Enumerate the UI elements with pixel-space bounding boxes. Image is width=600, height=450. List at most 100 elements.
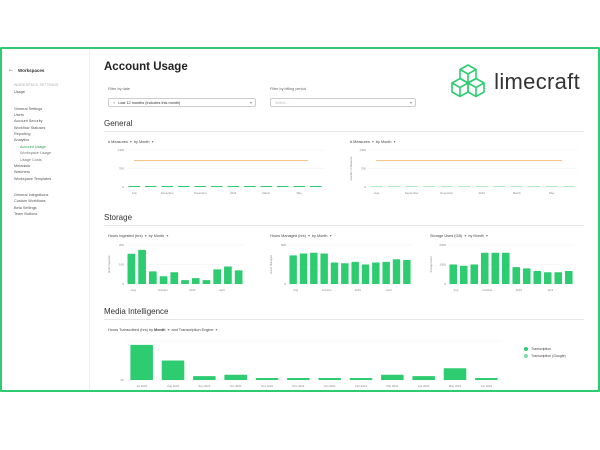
chart-header-media[interactable]: Hours Transcribed (hrs) by Month ▾ and T… xyxy=(108,327,218,332)
bar[interactable] xyxy=(194,185,207,187)
bar[interactable] xyxy=(480,252,489,284)
bar[interactable] xyxy=(564,271,573,284)
bar[interactable] xyxy=(289,255,297,284)
media-legend: Transcription Transcription (Google) xyxy=(524,347,566,361)
chevron-down-icon: ▾ xyxy=(409,100,412,105)
bar[interactable] xyxy=(351,261,359,284)
y-tick-label: 100 xyxy=(119,263,124,267)
x-tick-label: April xyxy=(386,288,392,292)
bar[interactable] xyxy=(449,264,458,285)
bar[interactable] xyxy=(543,272,552,284)
y-tick-label: 200 xyxy=(119,243,124,247)
x-tick-label: March xyxy=(262,191,270,195)
y-axis-label: Hours Managed xyxy=(269,255,273,274)
sidebar-section-2: General Settings Users Account Security Wor… xyxy=(2,105,89,182)
chart-header-storage-3[interactable]: Storage Used (GB) ▾ by Month ▾ xyxy=(430,233,489,238)
bar[interactable] xyxy=(193,376,216,380)
x-tick-label: Jun 2024 xyxy=(481,384,493,388)
x-tick-label: Aug xyxy=(293,288,298,292)
bar[interactable] xyxy=(381,374,404,380)
bar[interactable] xyxy=(372,262,380,284)
bar[interactable] xyxy=(341,263,349,284)
bar[interactable] xyxy=(310,252,318,284)
bar[interactable] xyxy=(470,264,479,285)
bar[interactable] xyxy=(127,253,136,284)
bar[interactable] xyxy=(161,185,174,187)
clear-icon[interactable]: × xyxy=(113,101,115,105)
bar[interactable] xyxy=(260,185,273,187)
bar[interactable] xyxy=(403,259,411,284)
sidebar-item-team-buttons[interactable]: Team Buttons xyxy=(2,211,89,217)
bar[interactable] xyxy=(181,280,189,284)
bar[interactable] xyxy=(512,267,521,284)
bar[interactable] xyxy=(309,185,322,187)
x-tick-label: July xyxy=(132,191,138,195)
bar[interactable] xyxy=(522,268,531,284)
bar[interactable] xyxy=(533,271,542,284)
bar[interactable] xyxy=(130,344,153,380)
x-tick-label: April xyxy=(219,288,225,292)
bar[interactable] xyxy=(128,185,141,187)
bar[interactable] xyxy=(210,185,223,187)
chart-header-storage-1[interactable]: Hours Ingested (hrs) ▾ by Month ▾ xyxy=(108,233,169,238)
y-tick-label: 1000 xyxy=(439,263,446,267)
filter-period-placeholder: Select... xyxy=(275,100,289,105)
bar[interactable] xyxy=(276,185,289,187)
x-tick-label: October xyxy=(158,288,168,292)
y-tick-label: 600 xyxy=(281,243,286,247)
bar[interactable] xyxy=(161,360,185,381)
bar[interactable] xyxy=(191,278,200,284)
bar[interactable] xyxy=(202,280,211,284)
section-storage-title: Storage xyxy=(104,213,133,222)
bar[interactable] xyxy=(170,272,179,284)
chart-storage-1: Hours Ingested 200 100 0 Aug October 2024 April xyxy=(107,243,244,292)
y-tick-label: 0 xyxy=(284,282,286,286)
bar[interactable] xyxy=(159,276,168,284)
arrow-left-icon: ← xyxy=(8,67,14,73)
bar[interactable] xyxy=(224,374,247,380)
x-tick-label: Jan 2024 xyxy=(324,384,336,388)
bar[interactable] xyxy=(213,269,222,284)
filter-date-value: Last 12 months (includes this month) xyxy=(118,100,181,105)
bar[interactable] xyxy=(554,272,563,284)
legend-item[interactable]: Transcription (Google) xyxy=(524,354,566,358)
chart-header-storage-2[interactable]: Hours Managed (hrs) ▾ by Month ▾ xyxy=(270,233,333,238)
x-tick-label: November xyxy=(440,191,453,195)
bar[interactable] xyxy=(443,368,467,380)
filter-period-label: Filter by billing period xyxy=(270,87,306,91)
bar[interactable] xyxy=(361,264,370,285)
limecraft-logo: limecraft xyxy=(450,63,580,101)
chart-header-general-2[interactable]: # Measures ▾ by Month ▾ xyxy=(350,139,396,144)
bar[interactable] xyxy=(382,261,390,284)
chart-header-general-1[interactable]: # Measures ▾ by Month ▾ xyxy=(108,139,154,144)
bar[interactable] xyxy=(330,262,339,284)
bar[interactable] xyxy=(349,378,373,380)
bar[interactable] xyxy=(227,185,240,187)
bar[interactable] xyxy=(138,249,146,284)
x-tick-label: Aug xyxy=(374,191,379,195)
bar[interactable] xyxy=(293,185,306,187)
bar[interactable] xyxy=(318,378,341,380)
bar[interactable] xyxy=(491,252,500,284)
bar[interactable] xyxy=(234,270,243,284)
chevron-down-icon: ▾ xyxy=(249,100,252,105)
bar[interactable] xyxy=(299,253,308,284)
bar[interactable] xyxy=(144,185,157,187)
filter-date-select[interactable]: × Last 12 months (includes this month) ▾ xyxy=(108,98,256,107)
filter-period-select[interactable]: Select... ▾ xyxy=(270,98,416,107)
legend-item[interactable]: Transcription xyxy=(524,347,566,351)
bar[interactable] xyxy=(243,185,256,187)
bar[interactable] xyxy=(475,378,498,380)
bar[interactable] xyxy=(177,185,190,187)
x-tick-label: Mar 2024 xyxy=(386,384,398,388)
bar[interactable] xyxy=(148,271,157,284)
bar[interactable] xyxy=(459,265,468,284)
bar[interactable] xyxy=(412,376,435,380)
bar[interactable] xyxy=(287,378,310,380)
bar[interactable] xyxy=(320,253,328,284)
bar[interactable] xyxy=(392,259,401,284)
bar[interactable] xyxy=(224,266,232,284)
divider xyxy=(104,319,584,320)
bar[interactable] xyxy=(255,378,279,380)
bar[interactable] xyxy=(501,252,510,284)
